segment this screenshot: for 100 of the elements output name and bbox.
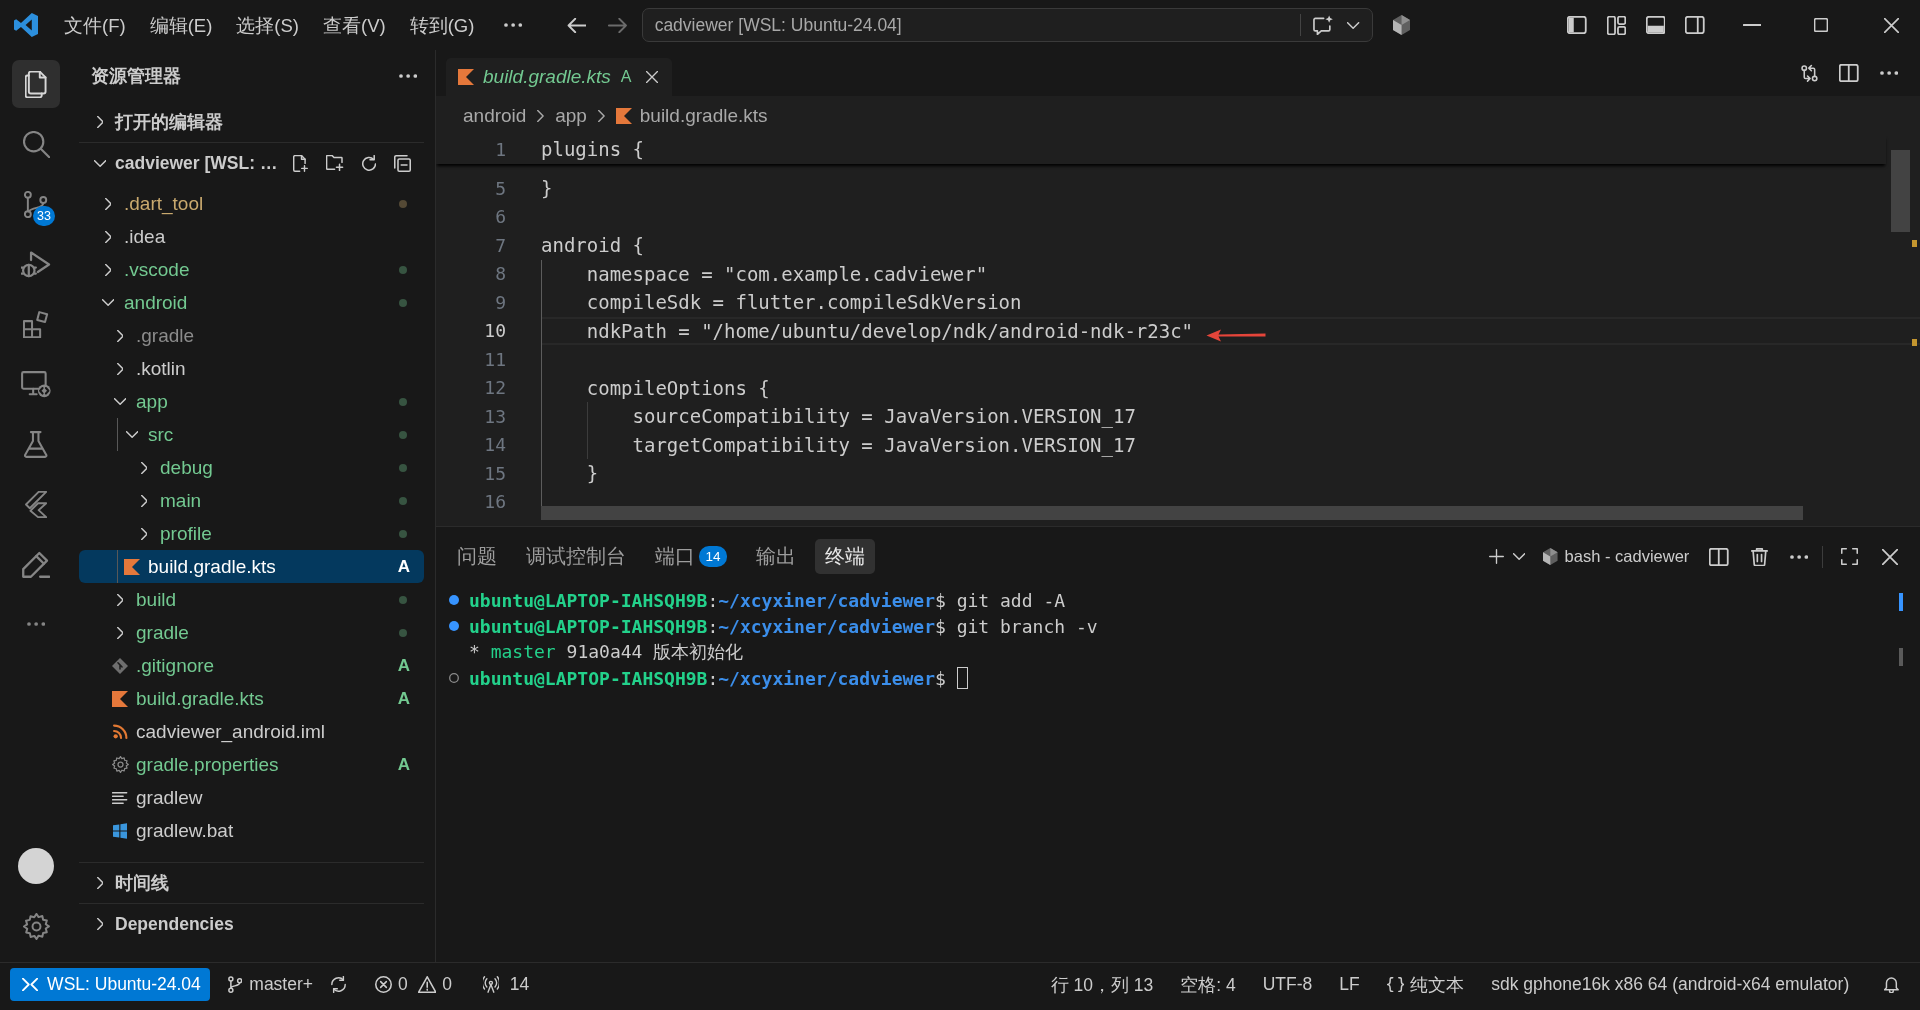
tree-item[interactable]: gradlew.bat [79,814,424,847]
tree-item[interactable]: .idea [79,220,424,253]
panel-tab[interactable]: 输出 [746,539,806,574]
tree-item[interactable]: app [79,385,424,418]
chevron-right-icon[interactable] [140,461,148,474]
status-item[interactable]: sdk gphone16k x86 64 (android-x64 emulator) [1491,974,1850,995]
status-item[interactable]: UTF-8 [1262,974,1313,995]
panel-tab[interactable]: 终端 [815,539,875,574]
split-terminal-icon[interactable] [1709,547,1729,566]
chevron-right-icon[interactable] [104,230,112,243]
tree-item[interactable]: cadviewer_android.iml [79,715,424,748]
chevron-down-icon[interactable] [93,159,107,167]
status-item[interactable]: 行 10，列 13 [1050,972,1154,997]
breadcrumb-item[interactable]: build.gradle.kts [615,104,768,127]
section-title[interactable]: cadviewer [WSL: … [115,152,278,174]
close-icon[interactable] [646,71,659,83]
branch-button[interactable]: master+ [227,974,313,995]
tree-item[interactable]: gradlew [79,781,424,814]
chevron-right-icon[interactable] [116,593,124,606]
menu-item[interactable]: 转到(G) [401,8,483,42]
close-icon[interactable] [1882,548,1898,565]
back-arrow-icon[interactable] [566,17,587,33]
chevron-down-icon[interactable] [1512,553,1526,560]
chevron-right-icon[interactable] [116,626,124,639]
tree-item[interactable]: src [79,418,424,451]
tree-item[interactable]: build [79,583,424,616]
menu-item[interactable]: 编辑(E) [141,8,221,42]
chevron-right-icon[interactable] [104,197,112,210]
secondary-sidebar-icon[interactable] [1685,16,1705,34]
scrollbar-thumb[interactable] [541,506,1803,520]
scrollbar-thumb[interactable] [1891,150,1910,232]
more-icon[interactable] [398,74,417,78]
chat-sparkle-icon[interactable] [1312,15,1334,35]
section-title[interactable]: 时间线 [115,871,169,895]
chevron-right-icon[interactable] [104,263,112,276]
breadcrumb-item[interactable]: android [463,104,527,127]
close-icon[interactable] [1884,17,1899,33]
tree-item[interactable]: .gradle [79,319,424,352]
status-item[interactable]: LF [1339,974,1360,995]
chevron-down-icon[interactable] [113,398,127,405]
panel-tab[interactable]: 端口 14 [645,539,737,574]
tree-item[interactable]: android [79,286,424,319]
tree-item[interactable]: gradle.properties A [79,748,424,781]
chevron-right-icon[interactable] [116,329,124,342]
collapse-all-icon[interactable] [394,154,411,172]
tree-item[interactable]: .dart_tool [79,187,424,220]
menu-item[interactable]: 文件(F) [56,8,134,42]
warning-count[interactable]: 0 [442,974,452,995]
maximize-panel-icon[interactable] [1841,548,1858,565]
section-title[interactable]: Dependencies [115,913,234,935]
tree-item[interactable]: build.gradle.kts A [79,682,424,715]
plus-icon[interactable] [1488,549,1504,564]
chevron-right-icon[interactable] [96,116,104,128]
terminal-tab[interactable]: bash - cadviewer [1543,547,1690,566]
breadcrumb-item[interactable]: app [555,104,587,127]
tree-item[interactable]: profile [79,517,424,550]
tree-item[interactable]: main [79,484,424,517]
avatar-placeholder[interactable] [18,848,54,884]
chevron-right-icon[interactable] [116,362,124,375]
sidebar-toggle-icon[interactable] [1567,16,1587,34]
chevron-right-icon[interactable] [140,527,148,540]
error-icon[interactable] [375,976,393,993]
refresh-icon[interactable] [361,155,376,171]
source-control-button[interactable]: 33 [12,180,60,228]
maximize-icon[interactable] [1814,18,1828,32]
panel-tab[interactable]: 问题 [447,539,507,574]
settings-icon[interactable] [22,912,50,940]
compare-changes-icon[interactable] [1801,63,1819,83]
chevron-down-icon[interactable] [125,431,139,438]
menu-item[interactable]: 查看(V) [314,8,394,42]
forward-arrow-icon[interactable] [608,17,628,33]
editor-tab[interactable]: build.gradle.kts A [446,58,673,96]
command-center[interactable]: cadviewer [WSL: Ubuntu-24.04] [641,8,1373,42]
tree-item[interactable]: .vscode [79,253,424,286]
chevron-right-icon[interactable] [140,494,148,507]
sticky-scroll-header[interactable]: 1 plugins { [436,135,1886,164]
tree-item[interactable]: gradle [79,616,424,649]
cube-icon[interactable] [1392,15,1410,35]
more-icon[interactable] [1789,554,1808,559]
tree-item[interactable]: .gitignore A [79,649,424,682]
more-icon[interactable] [1879,71,1898,75]
panel-toggle-icon[interactable] [1645,16,1666,34]
trash-icon[interactable] [1750,547,1768,566]
error-count[interactable]: 0 [398,974,408,995]
ports-button[interactable]: 14 [482,974,530,995]
panel-tab[interactable]: 调试控制台 [516,539,636,574]
tree-item[interactable]: debug [79,451,424,484]
warning-icon[interactable] [417,976,437,993]
remote-button[interactable]: WSL: Ubuntu-24.04 [10,968,210,1001]
chevron-down-icon[interactable] [1347,21,1360,29]
tree-item[interactable]: .kotlin [79,352,424,385]
layout-grid-icon[interactable] [1606,15,1626,35]
chevron-down-icon[interactable] [101,299,115,306]
tree-item[interactable]: build.gradle.kts A [79,550,424,583]
explorer-button[interactable] [12,60,60,108]
chevron-right-icon[interactable] [96,877,104,889]
more-icon[interactable] [504,23,523,27]
menu-item[interactable]: 选择(S) [228,8,307,42]
chevron-right-icon[interactable] [96,918,104,930]
new-file-icon[interactable] [293,154,309,172]
